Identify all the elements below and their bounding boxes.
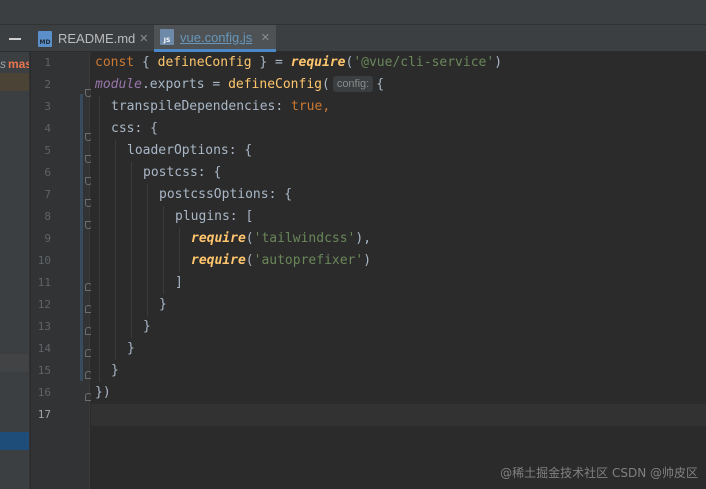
line-number: 6: [44, 166, 51, 179]
indent-guide: [131, 162, 132, 338]
indent-guide: [179, 228, 180, 272]
javascript-file-icon: [160, 29, 174, 45]
code-token: .exports =: [141, 77, 229, 92]
vcs-change-marker[interactable]: [80, 94, 83, 381]
code-line-11: ]: [175, 275, 183, 290]
panel-active-row[interactable]: [0, 432, 29, 450]
line-number: 4: [44, 122, 51, 135]
code-line-6: postcss: {: [143, 165, 222, 180]
panel-selected-row[interactable]: [0, 354, 29, 372]
tab-label: vue.config.js: [180, 29, 253, 45]
code-line-9: require('tailwindcss'),: [191, 228, 371, 250]
line-number: 10: [37, 254, 51, 267]
code-token: (: [245, 253, 254, 268]
tab-label: README.md: [58, 31, 136, 46]
code-token: ): [494, 55, 503, 70]
close-icon[interactable]: ✕: [139, 32, 148, 45]
code-line-15: }: [111, 363, 119, 378]
line-number: 7: [44, 188, 51, 201]
code-line-1: const { defineConfig } = require('@vue/c…: [95, 52, 502, 74]
code-token: {: [376, 77, 385, 92]
line-number: 9: [44, 232, 51, 245]
line-number: 11: [37, 276, 51, 289]
project-panel: s mas: [0, 52, 30, 489]
code-token: :: [275, 99, 292, 114]
code-token: module: [95, 77, 142, 92]
line-number: 15: [37, 364, 51, 377]
code-line-2: module.exports = defineConfig(config:{: [95, 74, 384, 96]
code-line-12: }: [159, 297, 167, 312]
line-number: 1: [44, 56, 51, 69]
code-token: 'autoprefixer': [253, 253, 364, 268]
watermark: @稀土掘金技术社区 CSDN @帅皮区: [500, 466, 698, 480]
indent-guide: [99, 96, 100, 382]
line-number-gutter: 1 2 3 4 5 6 7 8 9 10 11 12 13 14 15 16 17: [31, 52, 92, 489]
git-branch-label[interactable]: s mas: [0, 55, 30, 73]
line-number: 14: [37, 342, 51, 355]
code-token: transpileDependencies: [111, 99, 276, 114]
code-token: true: [291, 99, 323, 114]
line-number: 8: [44, 210, 51, 223]
code-token: 'tailwindcss': [253, 231, 356, 246]
code-line-13: }: [143, 319, 151, 334]
code-token: '@vue/cli-service': [353, 55, 495, 70]
code-token: ,: [322, 99, 331, 114]
line-number: 12: [37, 298, 51, 311]
code-line-10: require('autoprefixer'): [191, 250, 371, 272]
indent-guide: [163, 206, 164, 294]
code-token: (: [245, 231, 254, 246]
close-icon[interactable]: ✕: [261, 31, 270, 44]
markdown-file-icon: [38, 30, 52, 47]
line-number: 17: [37, 408, 51, 421]
code-line-5: loaderOptions: {: [127, 143, 253, 158]
code-token: {: [141, 55, 158, 70]
code-token: defineConfig: [157, 55, 252, 70]
line-number: 3: [44, 100, 51, 113]
minimize-icon: [9, 37, 21, 40]
code-line-8: plugins: [: [175, 209, 254, 224]
code-token: require: [191, 231, 246, 246]
code-line-4: css: {: [111, 121, 158, 136]
code-line-7: postcssOptions: {: [159, 187, 293, 202]
minimize-panel-button[interactable]: [0, 25, 30, 52]
code-line-3: transpileDependencies: true,: [111, 96, 330, 118]
code-token: require: [290, 55, 346, 70]
line-number: 5: [44, 144, 51, 157]
line-number: 16: [37, 386, 51, 399]
editor-tab-bar: README.md ✕ vue.config.js ✕: [0, 25, 706, 52]
code-editor[interactable]: const { defineConfig } = require('@vue/c…: [91, 52, 706, 489]
branch-name: mas: [8, 57, 30, 71]
code-token: defineConfig: [228, 77, 322, 92]
branch-prefix: s: [0, 57, 6, 71]
code-line-16: }): [95, 385, 111, 400]
code-token: ),: [355, 231, 372, 246]
line-number: 2: [44, 78, 51, 91]
indent-guide: [115, 140, 116, 360]
code-line-14: }: [127, 341, 135, 356]
top-toolbar: [0, 0, 706, 25]
line-number: 13: [37, 320, 51, 333]
panel-highlight-row[interactable]: [0, 73, 29, 91]
parameter-hint: config:: [332, 76, 374, 92]
tab-readme[interactable]: README.md ✕: [32, 25, 150, 52]
code-token: ): [363, 253, 372, 268]
current-line-highlight: [91, 404, 706, 426]
tab-vue-config[interactable]: vue.config.js ✕: [154, 25, 276, 52]
code-token: require: [191, 253, 246, 268]
code-token: (: [321, 77, 330, 92]
code-token: const: [95, 55, 142, 70]
indent-guide: [147, 184, 148, 316]
code-token: } =: [251, 55, 291, 70]
